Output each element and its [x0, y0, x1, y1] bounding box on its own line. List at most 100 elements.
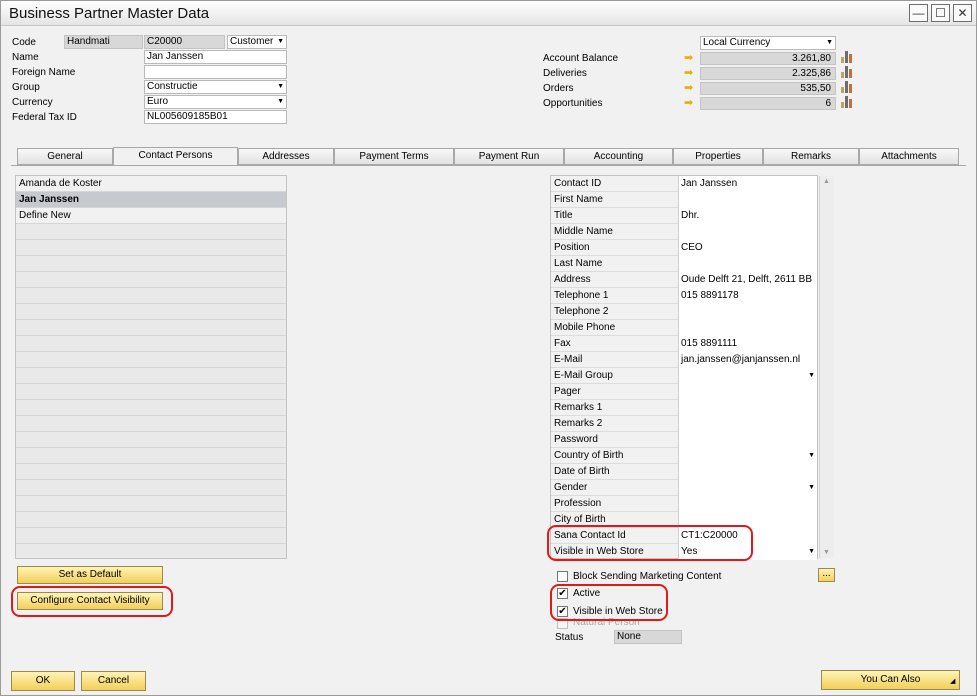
- link-arrow-icon[interactable]: ➡: [684, 83, 696, 94]
- footer-bar: OK Cancel You Can Also ◢: [1, 667, 976, 696]
- block-marketing-checkbox[interactable]: [557, 571, 568, 582]
- detail-row-contact-id: Contact ID Jan Janssen: [551, 176, 817, 192]
- link-arrow-icon[interactable]: ➡: [684, 98, 696, 109]
- address-field[interactable]: Oude Delft 21, Delft, 2611 BB: [678, 272, 817, 288]
- bar-chart-icon[interactable]: [841, 51, 853, 63]
- list-row-empty: [16, 544, 286, 560]
- set-default-button[interactable]: Set as Default: [17, 566, 163, 584]
- detail-label: Pager: [554, 386, 581, 397]
- remarks-1-field[interactable]: [678, 400, 817, 416]
- cancel-button[interactable]: Cancel: [81, 671, 146, 691]
- detail-scrollbar[interactable]: ▲ ▼: [819, 176, 834, 558]
- close-button[interactable]: ✕: [953, 4, 972, 22]
- detail-label: Position: [554, 242, 590, 253]
- detail-label: Mobile Phone: [554, 322, 616, 333]
- bp-master-data-window: Business Partner Master Data — ☐ ✕ Code …: [0, 0, 977, 696]
- foreign-name-field[interactable]: [144, 65, 287, 79]
- tab-payment-terms[interactable]: Payment Terms: [334, 148, 454, 165]
- you-can-also-button[interactable]: You Can Also: [821, 670, 960, 690]
- code-field[interactable]: C20000: [144, 35, 225, 49]
- window-title: Business Partner Master Data: [9, 5, 210, 22]
- list-row-empty: [16, 528, 286, 544]
- detail-row-remarks-2: Remarks 2: [551, 416, 817, 432]
- bar-chart-icon[interactable]: [841, 66, 853, 78]
- detail-label: Remarks 2: [554, 418, 603, 429]
- tax-id-field[interactable]: NL005609185B01: [144, 110, 287, 124]
- detail-row-date-of-birth: Date of Birth: [551, 464, 817, 480]
- tab-remarks[interactable]: Remarks: [763, 148, 859, 165]
- detail-row-password: Password: [551, 432, 817, 448]
- opportunities-value: 6: [700, 97, 836, 110]
- bar-chart-icon[interactable]: [841, 81, 853, 93]
- pager-field[interactable]: [678, 384, 817, 400]
- currency-view-select[interactable]: Local Currency: [700, 36, 836, 50]
- detail-row-position: Position CEO: [551, 240, 817, 256]
- ok-button[interactable]: OK: [11, 671, 75, 691]
- detail-label: Address: [554, 274, 591, 285]
- gender-select[interactable]: [678, 480, 817, 496]
- tab-payment-run[interactable]: Payment Run: [454, 148, 564, 165]
- deliveries-label: Deliveries: [543, 68, 587, 79]
- list-item[interactable]: Amanda de Koster: [16, 176, 286, 192]
- detail-label: Fax: [554, 338, 571, 349]
- first-name-field[interactable]: [678, 192, 817, 208]
- tab-accounting[interactable]: Accounting: [564, 148, 673, 165]
- position-field[interactable]: CEO: [678, 240, 817, 256]
- status-field[interactable]: None: [614, 630, 682, 644]
- detail-row-country-of-birth: Country of Birth: [551, 448, 817, 464]
- more-options-button[interactable]: ...: [818, 568, 835, 582]
- list-row-empty: [16, 464, 286, 480]
- name-field[interactable]: Jan Janssen: [144, 50, 287, 64]
- detail-label: Password: [554, 434, 598, 445]
- title-field[interactable]: Dhr.: [678, 208, 817, 224]
- list-row-empty: [16, 256, 286, 272]
- detail-label: First Name: [554, 194, 603, 205]
- tab-addresses[interactable]: Addresses: [238, 148, 334, 165]
- tab-properties[interactable]: Properties: [673, 148, 763, 165]
- list-item-selected[interactable]: Jan Janssen: [16, 192, 286, 208]
- country-of-birth-select[interactable]: [678, 448, 817, 464]
- account-balance-value: 3.261,80: [700, 52, 836, 65]
- opportunities-label: Opportunities: [543, 98, 603, 109]
- detail-label: Title: [554, 210, 573, 221]
- password-field[interactable]: [678, 432, 817, 448]
- bar-chart-icon[interactable]: [841, 96, 853, 108]
- telephone-1-field[interactable]: 015 8891178: [678, 288, 817, 304]
- list-row-empty: [16, 448, 286, 464]
- foreign-name-label: Foreign Name: [12, 67, 76, 78]
- detail-label: Country of Birth: [554, 450, 624, 461]
- scroll-down-icon[interactable]: ▼: [823, 549, 830, 556]
- contact-id-field[interactable]: Jan Janssen: [678, 176, 817, 192]
- detail-row-gender: Gender: [551, 480, 817, 496]
- list-row-empty: [16, 320, 286, 336]
- bp-type-select[interactable]: Customer: [227, 35, 287, 49]
- group-select[interactable]: Constructie: [144, 80, 287, 94]
- fax-field[interactable]: 015 8891111: [678, 336, 817, 352]
- remarks-2-field[interactable]: [678, 416, 817, 432]
- detail-label: Telephone 2: [554, 306, 609, 317]
- last-name-field[interactable]: [678, 256, 817, 272]
- detail-label: E-Mail Group: [554, 370, 613, 381]
- tab-attachments[interactable]: Attachments: [859, 148, 959, 165]
- email-group-select[interactable]: [678, 368, 817, 384]
- link-arrow-icon[interactable]: ➡: [684, 53, 696, 64]
- profession-field[interactable]: [678, 496, 817, 512]
- list-item[interactable]: Define New: [16, 208, 286, 224]
- date-of-birth-field[interactable]: [678, 464, 817, 480]
- currency-select[interactable]: Euro: [144, 95, 287, 109]
- middle-name-field[interactable]: [678, 224, 817, 240]
- mobile-phone-field[interactable]: [678, 320, 817, 336]
- scroll-up-icon[interactable]: ▲: [823, 178, 830, 185]
- deliveries-value: 2.325,86: [700, 67, 836, 80]
- link-arrow-icon[interactable]: ➡: [684, 68, 696, 79]
- list-row-empty: [16, 240, 286, 256]
- code-series-field[interactable]: Handmati: [64, 35, 143, 49]
- tab-bar: General Contact Persons Addresses Paymen…: [17, 147, 959, 165]
- email-field[interactable]: jan.janssen@janjanssen.nl: [678, 352, 817, 368]
- tab-general[interactable]: General: [17, 148, 113, 165]
- minimize-button[interactable]: —: [909, 4, 928, 22]
- telephone-2-field[interactable]: [678, 304, 817, 320]
- maximize-button[interactable]: ☐: [931, 4, 950, 22]
- account-balance-label: Account Balance: [543, 53, 619, 64]
- tab-contact-persons[interactable]: Contact Persons: [113, 147, 238, 165]
